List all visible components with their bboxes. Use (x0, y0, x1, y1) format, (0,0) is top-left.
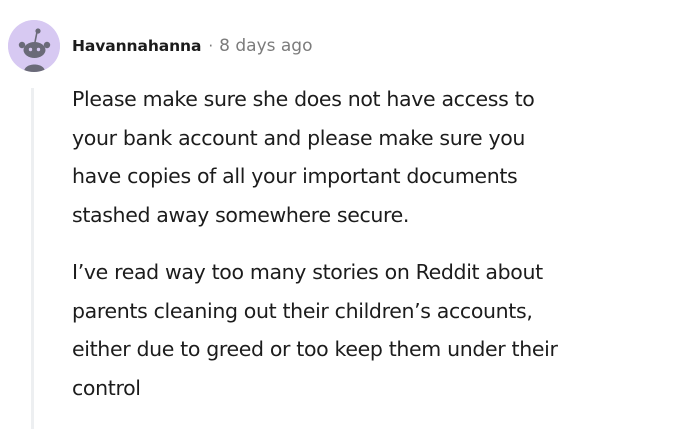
paragraph-line: Please make sure she does not have acces… (72, 87, 535, 111)
comment-body: Please make sure she does not have acces… (72, 80, 692, 407)
paragraph-line: I’ve read way too many stories on Reddit… (72, 260, 543, 284)
meta-separator: · (208, 37, 214, 55)
comment-paragraph: Please make sure she does not have acces… (72, 80, 692, 234)
paragraph-line: stashed away somewhere secure. (72, 202, 410, 227)
paragraph-line: your bank account and please make sure y… (72, 125, 526, 150)
thread-collapse-line[interactable] (31, 88, 34, 429)
username-link[interactable]: Havannahanna (72, 37, 201, 55)
paragraph-line: have copies of all your important docume… (72, 164, 518, 188)
paragraph-line: parents cleaning out their children’s ac… (72, 298, 533, 323)
avatar[interactable] (8, 20, 60, 72)
reddit-snoo-avatar-icon (8, 20, 60, 72)
comment: Havannahanna · 8 days ago Please make su… (0, 0, 700, 429)
paragraph-line: control (72, 375, 141, 400)
paragraph-line: either due to greed or too keep them und… (72, 337, 558, 361)
comment-paragraph: I’ve read way too many stories on Reddit… (72, 253, 692, 407)
timestamp[interactable]: 8 days ago (219, 36, 312, 56)
comment-meta: Havannahanna · 8 days ago (72, 36, 313, 56)
